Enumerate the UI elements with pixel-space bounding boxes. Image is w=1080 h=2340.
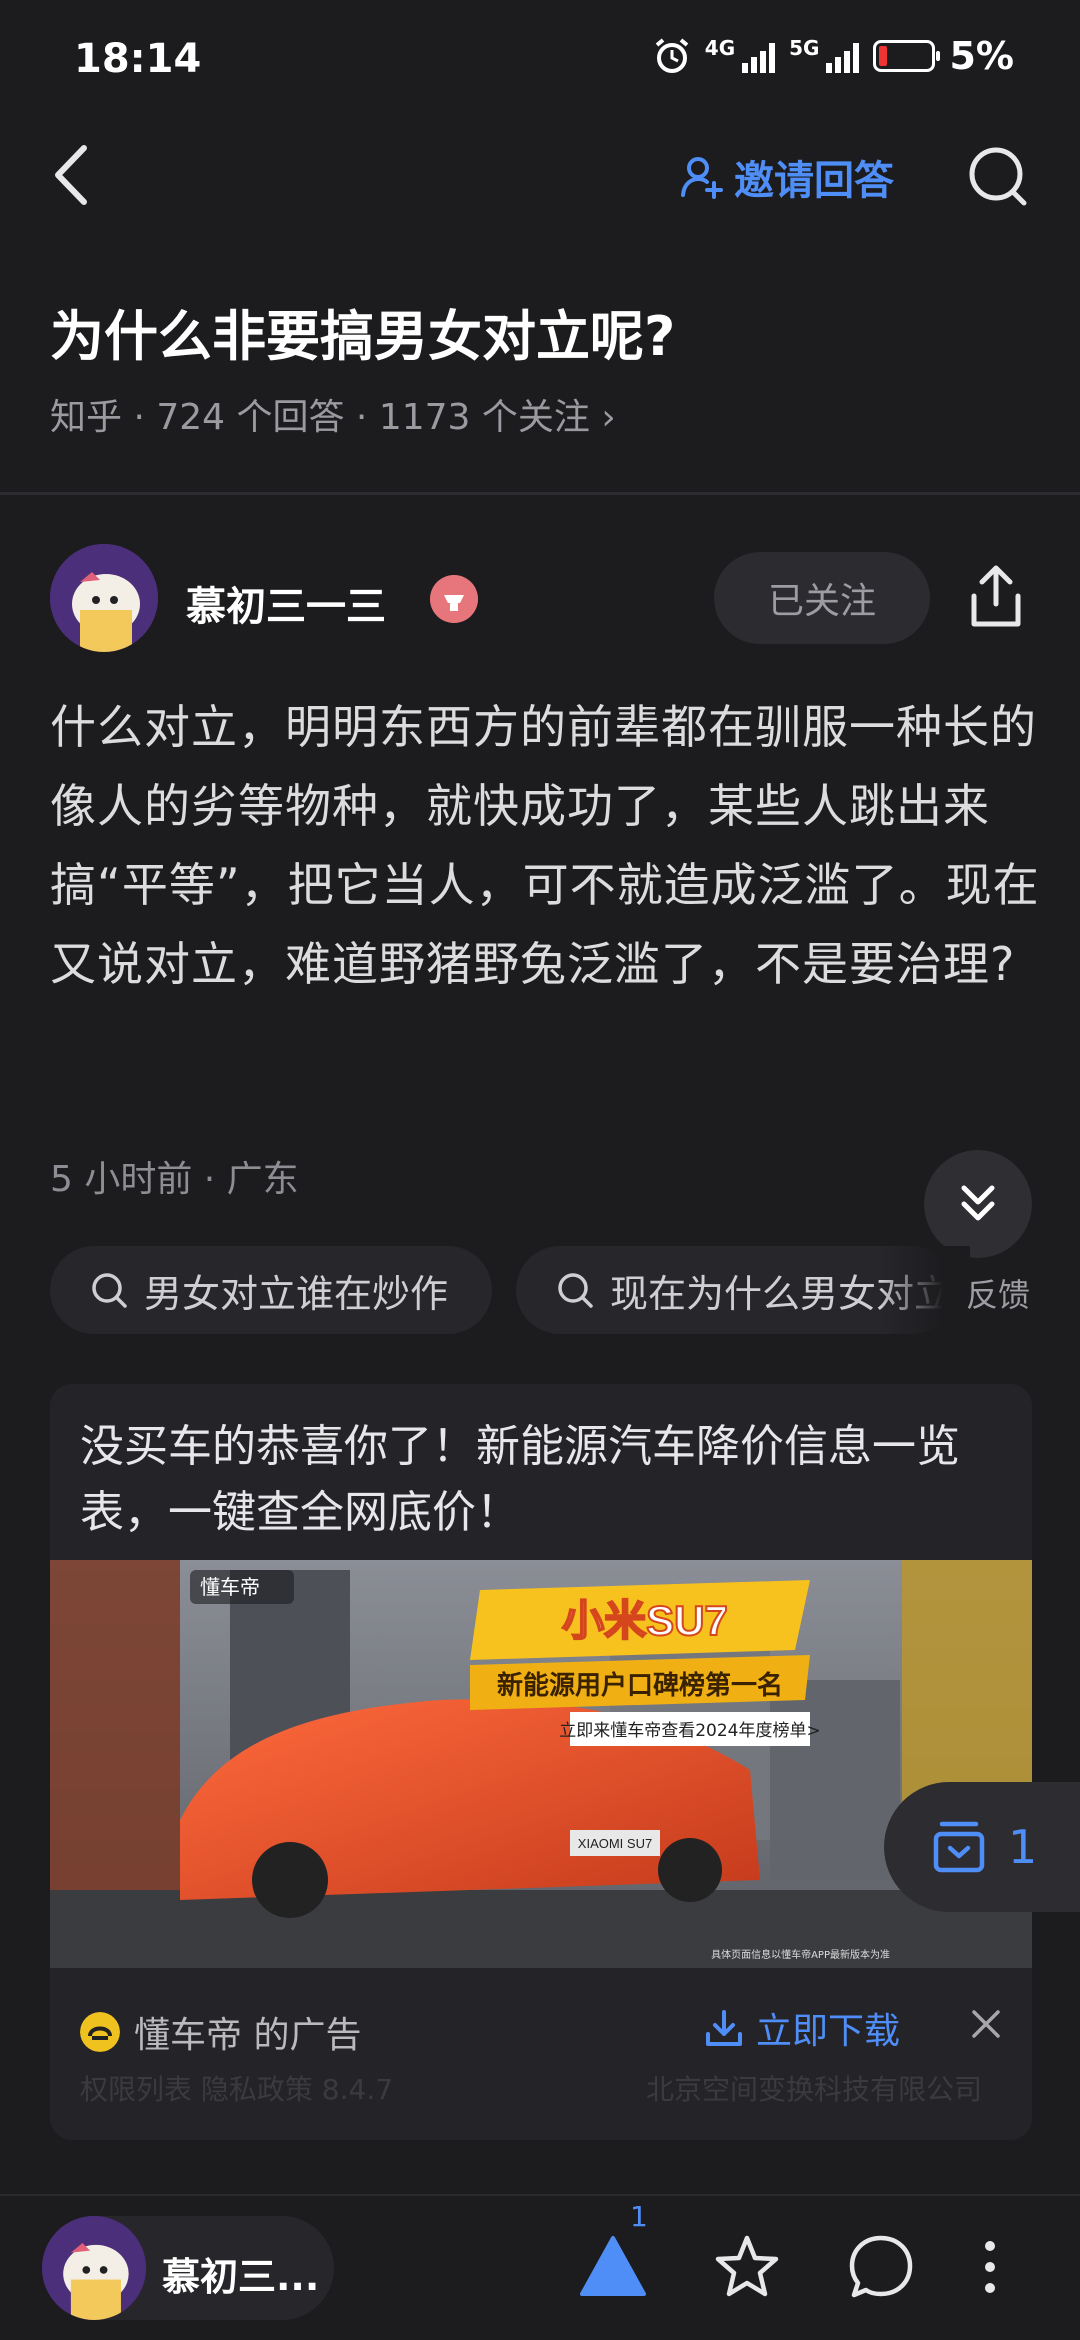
star-icon[interactable] bbox=[712, 2232, 782, 2302]
related-search-chip[interactable]: 男女对立谁在炒作 bbox=[50, 1246, 492, 1334]
search-icon[interactable] bbox=[966, 142, 1030, 212]
more-icon[interactable] bbox=[980, 2232, 1000, 2302]
collection-count: 1 bbox=[1008, 1820, 1038, 1874]
search-icon bbox=[558, 1273, 593, 1308]
bottom-author-avatar[interactable] bbox=[42, 2216, 146, 2320]
follow-button[interactable]: 已关注 bbox=[714, 552, 930, 644]
author-avatar[interactable] bbox=[50, 544, 158, 652]
ad-download-label: 立即下载 bbox=[756, 2011, 901, 2052]
header-divider bbox=[0, 492, 1080, 495]
dongchedi-logo-icon bbox=[80, 2012, 120, 2052]
upvote-icon[interactable] bbox=[578, 2234, 648, 2298]
ad-disclaimer-text: 具体页面信息以懂车帝APP最新版本为准 bbox=[711, 1948, 890, 1961]
ad-logo-text: 懂车帝 bbox=[200, 1575, 260, 1599]
question-meta[interactable]: 知乎 · 724 个回答 · 1173 个关注 › bbox=[50, 388, 616, 440]
signal-5g-icon: 5G bbox=[789, 38, 860, 73]
status-icons: 4G 5G 5% bbox=[653, 34, 1014, 78]
download-icon bbox=[706, 2010, 742, 2046]
ad-image[interactable]: XIAOMI SU7 小米SU7 新能源用户口碑榜第一名 立即来懂车帝查看202… bbox=[50, 1560, 1032, 1968]
answer-meta: 5 小时前 · 广东 bbox=[50, 1159, 299, 1200]
answer-content[interactable]: 什么对立，明明东西方的前辈都在驯服一种长的像人的劣等物种，就快成功了，某些人跳出… bbox=[50, 688, 1040, 1004]
feedback-button[interactable]: 反馈 bbox=[966, 1270, 1030, 1316]
search-icon bbox=[92, 1273, 127, 1308]
status-time: 18:14 bbox=[74, 36, 202, 82]
upvote-count: 1 bbox=[630, 2200, 648, 2233]
ad-footer-links[interactable]: 权限列表 隐私政策 8.4.7 bbox=[80, 2068, 393, 2108]
chip-label: 男女对立谁在炒作 bbox=[144, 1271, 449, 1316]
ad-subheadline-text: 新能源用户口碑榜第一名 bbox=[497, 1670, 783, 1701]
invite-answer-button[interactable]: 邀请回答 bbox=[680, 148, 894, 206]
ad-cta-text: 立即来懂车帝查看2024年度榜单> bbox=[559, 1721, 821, 1741]
close-icon[interactable] bbox=[966, 2004, 1006, 2044]
alarm-icon bbox=[655, 38, 689, 73]
invite-user-icon bbox=[681, 157, 723, 199]
chip-fade bbox=[880, 1246, 970, 1334]
bottom-divider bbox=[0, 2194, 1080, 2196]
signal-4g-icon: 4G bbox=[705, 38, 776, 73]
ad-headline-text: 小米SU7 bbox=[562, 1597, 728, 1644]
share-icon[interactable] bbox=[964, 562, 1028, 632]
ad-plate-text: XIAOMI SU7 bbox=[578, 1836, 652, 1851]
collection-float-button[interactable]: 1 bbox=[884, 1782, 1080, 1912]
ad-footer-company: 北京空间变换科技有限公司 bbox=[646, 2073, 983, 2106]
ad-brand-label: 懂车帝 的广告 bbox=[134, 2015, 362, 2056]
ad-download-button[interactable]: 立即下载 bbox=[704, 2002, 900, 2054]
back-chevron-icon[interactable] bbox=[44, 140, 104, 210]
comment-icon[interactable] bbox=[846, 2232, 916, 2302]
author-name[interactable]: 慕初三一三 bbox=[186, 574, 386, 632]
author-badge-icon bbox=[430, 575, 478, 623]
ad-title[interactable]: 没买车的恭喜你了！新能源汽车降价信息一览表，一键查全网底价！ bbox=[80, 1414, 1020, 1546]
collapse-button[interactable] bbox=[924, 1150, 1032, 1258]
battery-icon bbox=[873, 40, 941, 72]
ad-brand[interactable]: 懂车帝 的广告 bbox=[80, 2006, 361, 2058]
question-title[interactable]: 为什么非要搞男女对立呢? bbox=[50, 292, 675, 371]
bottom-author-name[interactable]: 慕初三... bbox=[162, 2246, 319, 2301]
invite-label: 邀请回答 bbox=[734, 158, 894, 204]
collection-box-icon bbox=[933, 1821, 985, 1873]
battery-percent: 5% bbox=[949, 34, 1014, 78]
